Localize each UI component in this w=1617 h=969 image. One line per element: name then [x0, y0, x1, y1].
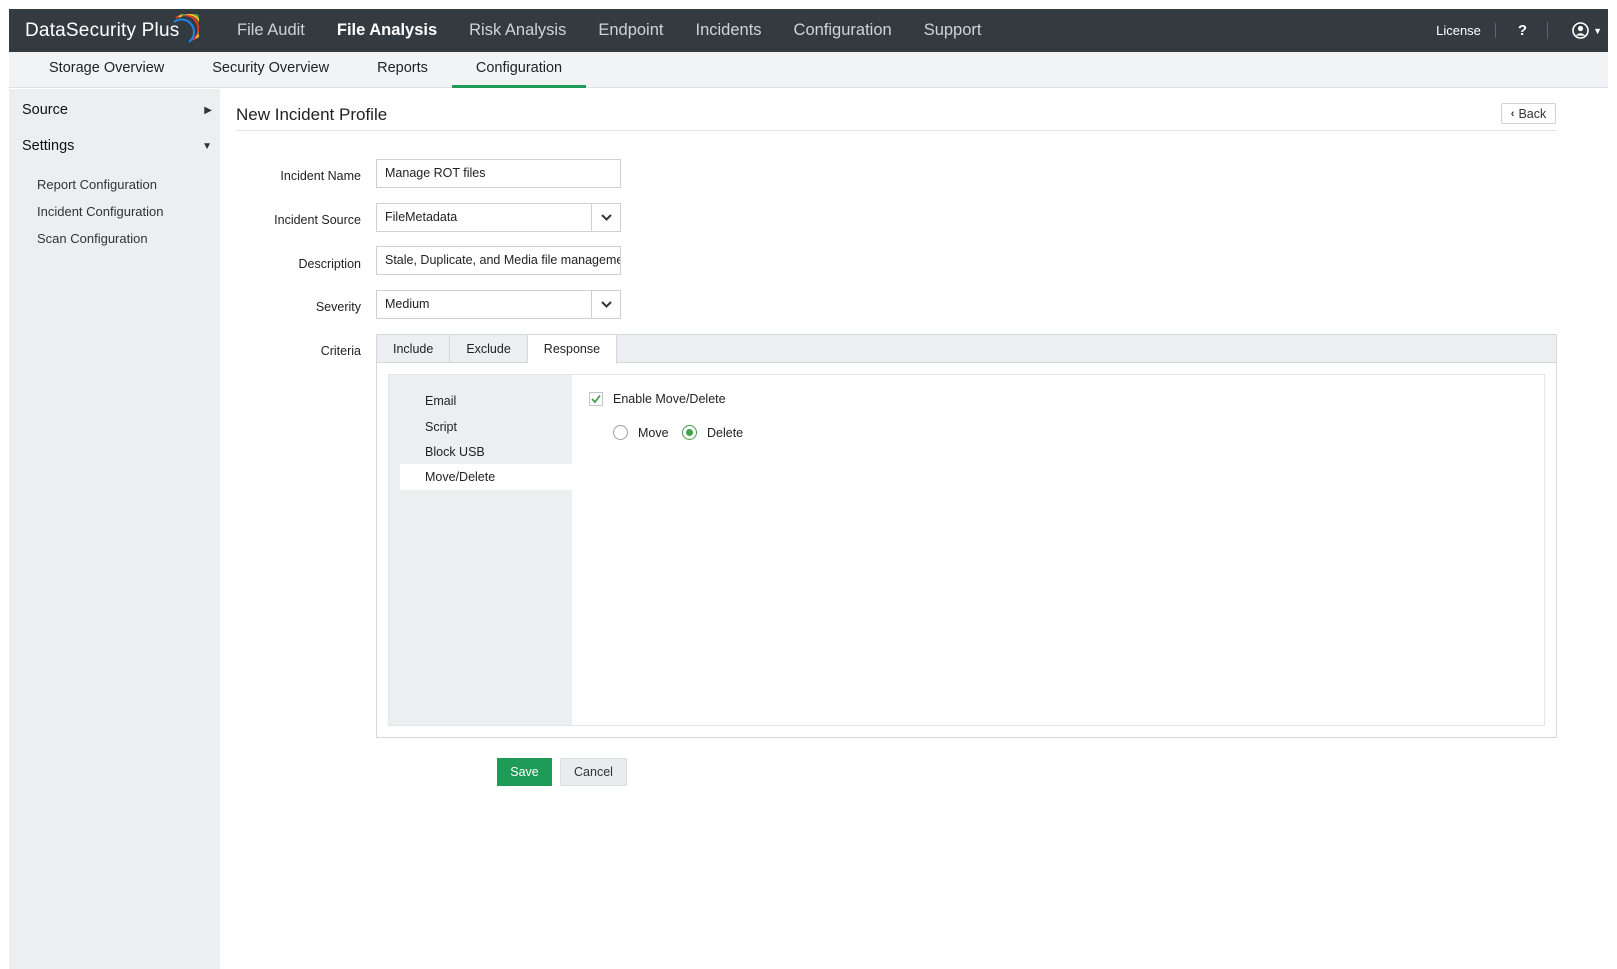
tab-exclude[interactable]: Exclude [450, 335, 528, 363]
sidebar-item-label: Source [22, 102, 68, 118]
app-frame: DataSecurity Plus File Audit File Analys… [9, 9, 1608, 969]
title-divider [236, 130, 1557, 131]
sub-nav: Storage Overview Security Overview Repor… [9, 52, 1608, 88]
incident-name-field[interactable]: Manage ROT files [376, 159, 621, 188]
top-nav: File Audit File Analysis Risk Analysis E… [237, 9, 1013, 52]
sidebar: Source ▶ Settings ▼ Report Configuration… [9, 89, 220, 969]
back-button-label: Back [1518, 106, 1547, 121]
license-link[interactable]: License [1436, 23, 1496, 38]
user-icon [1572, 22, 1589, 39]
back-button[interactable]: ‹ Back [1501, 103, 1556, 124]
tab-configuration[interactable]: Configuration [451, 52, 587, 88]
response-item-email[interactable]: Email [400, 388, 572, 414]
sidebar-item-label: Settings [22, 138, 75, 154]
topnav-configuration[interactable]: Configuration [794, 21, 892, 40]
checkmark-icon [591, 394, 601, 404]
topnav-file-audit[interactable]: File Audit [237, 21, 305, 40]
incident-source-value: FileMetadata [385, 210, 458, 224]
page-title: New Incident Profile [236, 105, 388, 124]
move-radio-label: Move [638, 426, 669, 440]
tab-security-overview[interactable]: Security Overview [188, 52, 353, 88]
severity-label: Severity [315, 300, 361, 314]
delete-radio[interactable] [682, 425, 697, 440]
help-icon[interactable]: ? [1496, 22, 1549, 39]
enable-move-delete-checkbox[interactable] [589, 392, 603, 406]
move-radio[interactable] [613, 425, 628, 440]
response-item-script[interactable]: Script [400, 414, 572, 440]
caret-down-icon: ▼ [202, 141, 212, 152]
response-item-move-delete[interactable]: Move/Delete [400, 464, 572, 490]
sidebar-item-report-configuration[interactable]: Report Configuration [37, 177, 157, 192]
sidebar-item-source[interactable]: Source ▶ [22, 102, 212, 118]
delete-radio-label: Delete [707, 426, 744, 440]
sidebar-item-scan-configuration[interactable]: Scan Configuration [37, 231, 148, 246]
response-list: Email Script Block USB Move/Delete [389, 375, 572, 725]
chevron-down-icon: ▼ [1593, 25, 1602, 36]
sidebar-item-incident-configuration[interactable]: Incident Configuration [37, 204, 163, 219]
criteria-panel: Include Exclude Response Email Script Bl… [376, 334, 1557, 738]
severity-select[interactable]: Medium [376, 290, 621, 319]
top-right-tools: License ? ▼ [1436, 9, 1608, 52]
topnav-risk-analysis[interactable]: Risk Analysis [469, 21, 566, 40]
save-button[interactable]: Save [497, 758, 552, 786]
tab-storage-overview[interactable]: Storage Overview [9, 52, 188, 88]
tab-include[interactable]: Include [377, 335, 451, 363]
severity-value: Medium [385, 297, 430, 311]
tab-response[interactable]: Response [527, 335, 618, 364]
app-logo[interactable]: DataSecurity Plus [25, 9, 199, 52]
app-brand: DataSecurity Plus [25, 19, 180, 41]
user-menu[interactable]: ▼ [1548, 22, 1608, 39]
cancel-button[interactable]: Cancel [560, 758, 627, 786]
criteria-tabs: Include Exclude Response [377, 335, 1556, 364]
incident-name-label: Incident Name [280, 169, 361, 183]
tab-reports[interactable]: Reports [353, 52, 452, 88]
top-bar: DataSecurity Plus File Audit File Analys… [9, 9, 1608, 52]
response-panel: Email Script Block USB Move/Delete Enabl… [388, 374, 1545, 726]
topnav-incidents[interactable]: Incidents [695, 21, 761, 40]
caret-right-icon: ▶ [204, 105, 212, 116]
sidebar-item-settings[interactable]: Settings ▼ [22, 138, 212, 154]
incident-source-label: Incident Source [274, 213, 361, 227]
topnav-support[interactable]: Support [924, 21, 982, 40]
chevron-down-icon [591, 291, 620, 318]
chevron-left-icon: ‹ [1510, 107, 1515, 120]
topnav-file-analysis[interactable]: File Analysis [337, 21, 437, 40]
incident-source-select[interactable]: FileMetadata [376, 203, 621, 232]
description-label: Description [298, 257, 361, 271]
response-item-block-usb[interactable]: Block USB [400, 439, 572, 465]
topnav-endpoint[interactable]: Endpoint [598, 21, 663, 40]
chevron-down-icon [591, 204, 620, 231]
enable-move-delete-label: Enable Move/Delete [613, 392, 726, 406]
description-field[interactable]: Stale, Duplicate, and Media file managem… [376, 246, 621, 275]
logo-arc-icon [173, 14, 199, 43]
main-content: New Incident Profile ‹ Back Incident Nam… [220, 89, 1608, 969]
criteria-label: Criteria [320, 344, 361, 358]
